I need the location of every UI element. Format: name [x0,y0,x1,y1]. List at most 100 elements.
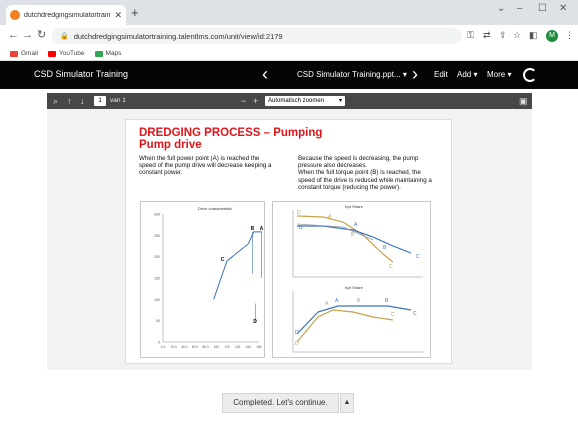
key-icon[interactable]: ⚿ [467,30,474,41]
y-tick-label: 100 [154,298,160,302]
course-title-dropdown[interactable]: CSD Simulator Training.ppt... ▾ [297,70,407,79]
complete-continue-button[interactable]: Completed. Let's continue. [222,393,339,413]
pdf-viewer: ⌕ ↑ ↓ 1 van 1 − + Automatisch zoomen ▾ ▣… [47,93,532,370]
x-tick-label: 0.0 [161,345,166,349]
point-label: A [260,226,264,232]
pump-characteristic-charts: Kpt Share D D A A B B C C Kpt Share D D … [272,201,431,358]
slide-text-right: Because the speed is decreasing, the pum… [298,155,432,191]
address-bar-row: ← → ↻ 🔒 dutchdredgingsimulatortraining.t… [0,25,578,47]
y-tick-label: 0 [158,341,160,345]
page-count: van 1 [110,97,126,104]
x-tick-label: 100 [214,345,220,349]
close-tab-icon[interactable]: ✕ [114,10,122,21]
point-label: D [299,225,303,231]
point-label: B [383,245,387,251]
point-label: C [416,254,420,260]
app-header: CSD Simulator Training ‹ CSD Simulator T… [0,61,578,89]
bookmark-star-icon[interactable]: ☆ [513,30,521,41]
x-tick-label: 180 [256,345,262,349]
tab-title: dutchdredgingsimulatortraining [24,11,111,19]
next-unit-icon[interactable]: › [412,64,418,84]
bookmark-gmail[interactable]: Gmail [10,50,38,57]
previous-unit-icon[interactable]: ‹ [262,64,268,84]
minimize-icon[interactable]: – [517,3,523,14]
drive-characteristic-svg: Drive characteristic 0 50 100 150 200 250 300 0.… [154,206,264,349]
translate-icon[interactable]: ⇄ [483,30,491,41]
site-favicon-icon [10,10,20,20]
point-label: A [335,298,339,304]
power-curve [296,305,412,335]
x-tick-label: 60.0 [192,345,198,349]
point-label: B [357,298,361,304]
add-menu[interactable]: Add ▾ [457,70,477,79]
tab-search-icon[interactable]: ⌄ [497,3,505,14]
point-label: C [221,257,225,263]
url-text: dutchdredgingsimulatortraining.talentlms… [73,31,283,41]
new-tab-button[interactable]: + [131,6,139,20]
forward-icon[interactable]: → [22,29,33,42]
x-tick-label: 140 [235,345,241,349]
page-number-input[interactable]: 1 [94,96,106,106]
point-label: D [295,330,299,336]
point-label: D [297,210,301,216]
pressure-curve [296,309,394,343]
power-curve [297,225,412,254]
browser-tab[interactable]: dutchdredgingsimulatortraining ✕ [6,5,126,25]
more-menu[interactable]: More ▾ [487,70,511,79]
reload-icon[interactable]: ↻ [37,29,46,42]
side-panel-icon[interactable]: ◧ [529,30,538,41]
gmail-icon [10,50,18,57]
point-label: B [251,226,255,232]
chart-title: Kpt Share [345,204,364,209]
share-icon[interactable]: ⇪ [499,30,507,41]
slide-page: DREDGING PROCESS – Pumping Pump drive Wh… [125,119,452,364]
x-tick-label: 80.0 [203,345,209,349]
chart-title: Kpt Share [345,285,364,290]
point-label: A [354,222,358,228]
chart-title: Drive characteristic [198,206,232,211]
y-tick-label: 150 [154,277,160,281]
window-close-icon[interactable]: ✕ [559,3,567,14]
y-tick-label: 200 [154,255,160,259]
maps-icon [94,50,103,57]
maximize-icon[interactable]: ☐ [538,3,547,14]
pump-characteristic-svg: Kpt Share D D A A B B C C Kpt Share D D … [292,204,423,353]
zoom-in-button[interactable]: + [253,95,258,107]
profile-avatar[interactable]: M [546,30,558,42]
point-label: C [389,264,393,270]
pdf-toolbar: ⌕ ↑ ↓ 1 van 1 − + Automatisch zoomen ▾ ▣ [47,93,532,109]
address-input[interactable]: 🔒 dutchdredgingsimulatortraining.talentl… [52,28,462,44]
edit-menu[interactable]: Edit [434,70,448,79]
point-label: A [325,301,329,307]
x-tick-label: 120 [224,345,230,349]
youtube-icon [47,50,56,57]
point-label: D [253,319,257,325]
bookmark-youtube[interactable]: YouTube [47,50,85,57]
zoom-select[interactable]: Automatisch zoomen ▾ [265,96,345,106]
point-label: C [413,311,417,317]
slide-title: DREDGING PROCESS – Pumping Pump drive [139,127,323,151]
previous-page-icon[interactable]: ↑ [67,95,72,107]
point-label: B [351,232,355,238]
lock-icon: 🔒 [60,33,69,40]
point-label: B [385,298,389,304]
x-tick-label: 40.0 [181,345,187,349]
slide-text-left: When the full power point (A) is reached… [139,155,272,177]
tools-icon[interactable]: ▣ [519,95,528,107]
app-title[interactable]: CSD Simulator Training [34,69,128,79]
bookmark-maps[interactable]: Maps [94,50,121,57]
next-page-icon[interactable]: ↓ [80,95,85,107]
point-label: C [391,312,395,318]
x-tick-label: 160 [246,345,252,349]
y-tick-label: 50 [156,319,160,323]
drive-characteristic-chart: Drive characteristic 0 50 100 150 200 250 300 0.… [140,201,265,358]
x-tick-label: 20.0 [171,345,177,349]
browser-menu-icon[interactable]: ⋮ [565,30,574,41]
y-tick-label: 300 [154,213,160,217]
search-icon[interactable]: ⌕ [53,95,58,107]
browser-tab-strip: dutchdredgingsimulatortraining ✕ + ⌄ – ☐… [0,0,578,25]
drive-curve [213,231,262,300]
complete-options-button[interactable]: ▲ [340,393,354,413]
back-icon[interactable]: ← [8,29,19,42]
zoom-out-button[interactable]: − [241,95,246,107]
